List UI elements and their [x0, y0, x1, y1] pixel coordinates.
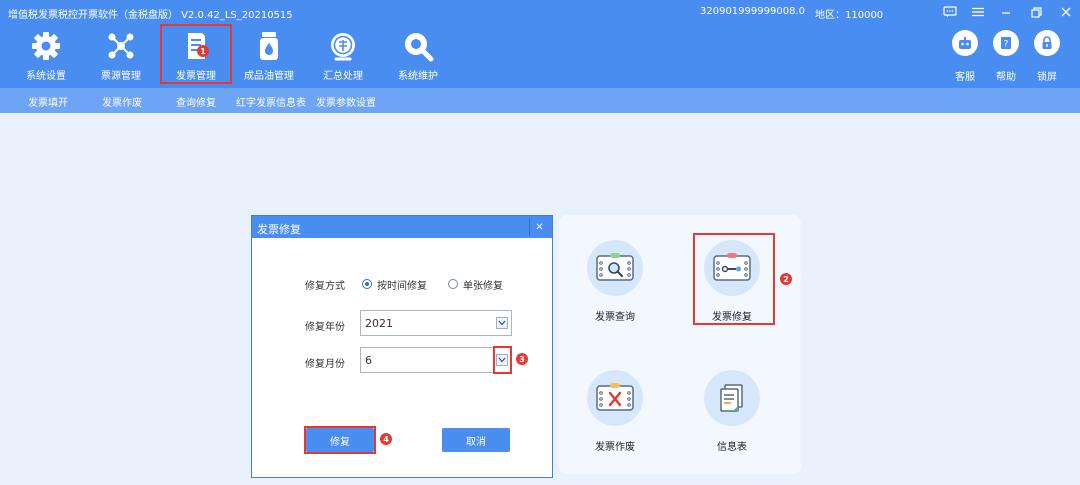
close-icon: ✕: [535, 221, 544, 233]
invoice-query-button[interactable]: 发票查询: [580, 240, 650, 323]
tool-label: 锁屏: [1037, 72, 1057, 83]
radio-label: 单张修复: [463, 280, 503, 292]
repair-month-select[interactable]: 6: [360, 347, 512, 373]
dialog-close-button[interactable]: ✕: [529, 218, 549, 236]
tax-summary-icon: [327, 30, 359, 62]
tab-label: 成品油管理: [244, 71, 294, 82]
radio-repair-by-time[interactable]: 按时间修复: [362, 277, 427, 292]
restore-icon[interactable]: [1028, 4, 1044, 20]
tab-invoice-management[interactable]: 1 发票管理: [160, 24, 232, 84]
submenu-query-repair[interactable]: 查询修复: [176, 94, 216, 109]
submenu-invoice-params[interactable]: 发票参数设置: [316, 94, 376, 109]
lock-icon: [1034, 30, 1060, 56]
svg-text:?: ?: [1004, 40, 1009, 50]
tab-system-settings[interactable]: 系统设置: [10, 24, 82, 84]
tab-label: 票源管理: [101, 71, 141, 82]
select-value: 2021: [365, 317, 393, 330]
submenu-invoice-void[interactable]: 发票作废: [102, 94, 142, 109]
tab-ticket-source[interactable]: 票源管理: [85, 24, 157, 84]
repair-year-select[interactable]: 2021: [360, 310, 512, 336]
top-bar: 增值税发票税控开票软件（金税盘版） V2.0.42_LS_20210515 32…: [0, 0, 1080, 88]
tab-label: 发票管理: [176, 71, 216, 82]
submenu-invoice-issue[interactable]: 发票填开: [28, 94, 68, 109]
select-value: 6: [365, 354, 372, 367]
tab-summary-processing[interactable]: 汇总处理: [307, 24, 379, 84]
step-marker-1: 1: [197, 45, 209, 57]
oil-icon: [253, 30, 285, 62]
invoice-void-button[interactable]: 发票作废: [580, 370, 650, 453]
gear-icon: [30, 30, 62, 62]
radio-label: 按时间修复: [377, 280, 427, 292]
invoice-repair-dialog: 发票修复 ✕ 修复方式 按时间修复 单张修复 修复年份 2021 修复月份 6 …: [251, 215, 553, 478]
tax-number: 320901999999008.0: [700, 6, 805, 17]
minimize-icon[interactable]: [998, 4, 1014, 20]
radio-repair-single[interactable]: 单张修复: [448, 277, 503, 292]
highlight-box-dropdown: [493, 346, 512, 374]
wrench-icon: [402, 30, 434, 62]
tab-system-maintenance[interactable]: 系统维护: [382, 24, 454, 84]
tool-label: 客服: [955, 72, 975, 83]
message-icon[interactable]: [942, 4, 958, 20]
highlight-box-invoice-repair: [693, 233, 775, 325]
help-button[interactable]: ? 帮助: [986, 30, 1026, 83]
repair-mode-label: 修复方式: [305, 281, 345, 292]
repair-year-label: 修复年份: [305, 322, 345, 333]
highlight-box-repair: [304, 426, 376, 454]
invoice-search-icon: [587, 240, 643, 296]
invoice-void-icon: [587, 370, 643, 426]
function-panel: 发票查询 发票修复 2 发票作废 信息表: [559, 215, 801, 474]
dialog-title: 发票修复: [257, 223, 301, 236]
menu-icon[interactable]: [970, 4, 986, 20]
region-code: 地区：110000: [815, 10, 884, 21]
robot-icon: [952, 30, 978, 56]
step-marker-2: 2: [780, 273, 792, 285]
cancel-button[interactable]: 取消: [442, 428, 510, 452]
close-icon[interactable]: [1058, 4, 1074, 20]
step-marker-3: 3: [516, 353, 528, 365]
repair-month-label: 修复月份: [305, 359, 345, 370]
chevron-down-icon[interactable]: [496, 317, 508, 329]
func-label: 信息表: [717, 442, 747, 453]
submenu-red-invoice-info[interactable]: 红字发票信息表: [236, 94, 306, 109]
func-label: 发票作废: [595, 442, 635, 453]
func-label: 发票查询: [595, 312, 635, 323]
radio-dot: [362, 279, 372, 289]
app-title: 增值税发票税控开票软件（金税盘版） V2.0.42_LS_20210515: [8, 10, 293, 21]
submenu-bar: 发票填开 发票作废 查询修复 红字发票信息表 发票参数设置: [0, 88, 1080, 113]
tab-oil-management[interactable]: 成品油管理: [233, 24, 305, 84]
tab-label: 汇总处理: [323, 71, 363, 82]
tool-label: 帮助: [996, 72, 1016, 83]
title-bar: 增值税发票税控开票软件（金税盘版） V2.0.42_LS_20210515 32…: [0, 0, 1080, 24]
tab-label: 系统维护: [398, 71, 438, 82]
dialog-header: 发票修复 ✕: [252, 216, 552, 238]
lock-screen-button[interactable]: 锁屏: [1027, 30, 1067, 83]
radio-dot: [448, 279, 458, 289]
step-marker-4: 4: [380, 433, 392, 445]
customer-service-button[interactable]: 客服: [945, 30, 985, 83]
info-sheet-button[interactable]: 信息表: [697, 370, 767, 453]
help-icon: ?: [993, 30, 1019, 56]
network-icon: [105, 30, 137, 62]
info-sheet-icon: [704, 370, 760, 426]
tab-label: 系统设置: [26, 71, 66, 82]
